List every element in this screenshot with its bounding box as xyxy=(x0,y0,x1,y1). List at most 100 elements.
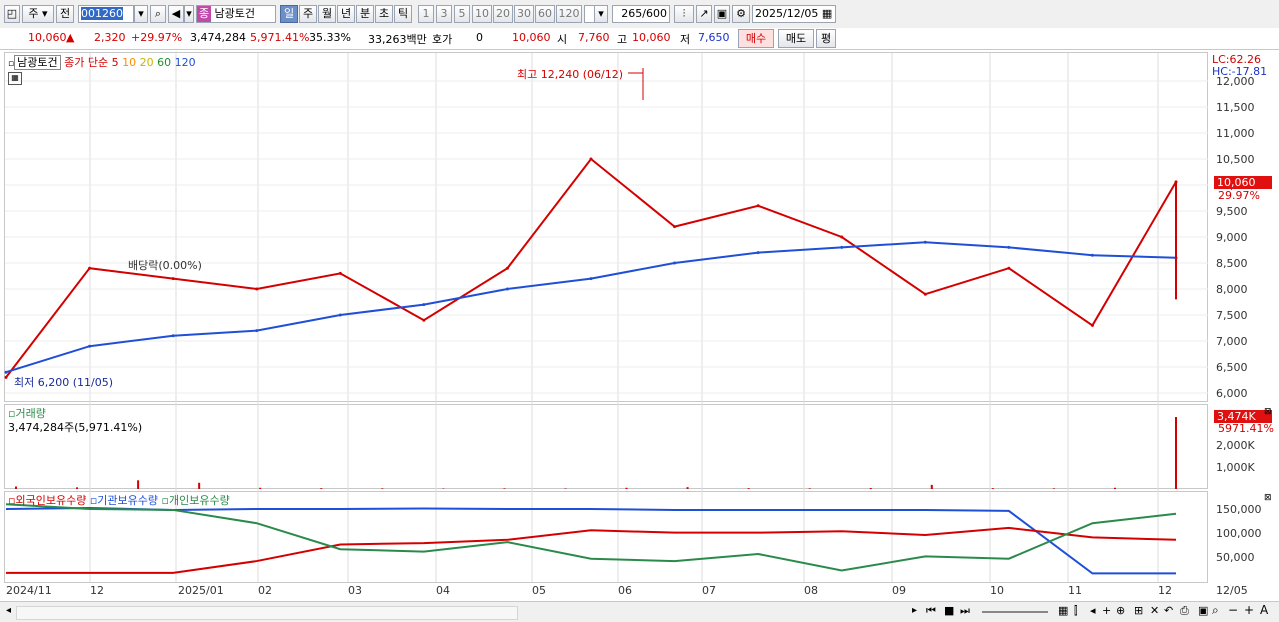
vol-tick-1000k: 1,000K xyxy=(1216,461,1255,474)
institution-legend: ▫기관보유수량 xyxy=(90,494,158,507)
series-point xyxy=(5,376,8,379)
series-point xyxy=(840,246,843,249)
price-tick: 7,000 xyxy=(1216,335,1248,348)
volume-bar xyxy=(320,488,322,489)
x-axis-label: 12 xyxy=(1158,584,1172,597)
zoom-icon[interactable]: ⌕ xyxy=(1212,603,1219,618)
chart-canvas[interactable] xyxy=(0,0,1279,621)
high-annotation: 최고 12,240 (06/12) xyxy=(517,66,623,82)
event-annotation: 배당락(0.00%) xyxy=(128,257,202,273)
x-axis-label: 11 xyxy=(1068,584,1082,597)
series-point xyxy=(172,277,175,280)
holding-tick-100000: 100,000 xyxy=(1216,527,1262,540)
x-axis-label: 02 xyxy=(258,584,272,597)
minus-icon[interactable]: − xyxy=(1228,603,1238,617)
scroll-left-icon[interactable]: ◂ xyxy=(6,605,11,616)
stop-icon[interactable]: ■ xyxy=(944,604,954,617)
draw-icon[interactable]: ⊕ xyxy=(1116,604,1125,617)
price-tick: 8,000 xyxy=(1216,283,1248,296)
series-point xyxy=(422,319,425,322)
foreign-legend: ▫외국인보유수량 xyxy=(8,494,86,507)
individual-legend-text: 개인보유수량 xyxy=(169,494,230,507)
holding-legend: ▫외국인보유수량 ▫기관보유수량 ▫개인보유수량 xyxy=(8,492,230,508)
holding-close-icon[interactable]: ⊠ xyxy=(1264,493,1272,503)
series-point xyxy=(590,277,593,280)
volume-bar xyxy=(809,488,811,489)
ma-10-label: 10 xyxy=(122,56,136,69)
series-point xyxy=(255,329,258,332)
ma-120-label: 120 xyxy=(175,56,196,69)
volume-bar xyxy=(687,487,689,489)
price-tick: 9,500 xyxy=(1216,205,1248,218)
price-tick: 11,000 xyxy=(1216,127,1255,140)
series-point xyxy=(172,334,175,337)
vol-tick-2000k: 2,000K xyxy=(1216,439,1255,452)
price-tick: 7,500 xyxy=(1216,309,1248,322)
cross-icon[interactable]: ✕ xyxy=(1150,604,1159,617)
print-icon[interactable]: ⎙ xyxy=(1180,604,1189,618)
volume-bar xyxy=(198,483,200,489)
x-axis-label: 05 xyxy=(532,584,546,597)
series-point xyxy=(924,241,927,244)
ma-5-label: 5 xyxy=(112,56,119,69)
x-axis-label: 06 xyxy=(618,584,632,597)
series-point xyxy=(1091,324,1094,327)
font-icon[interactable]: A xyxy=(1260,603,1268,617)
x-axis-label: 2025/01 xyxy=(178,584,224,597)
undo-icon[interactable]: ↶ xyxy=(1164,604,1173,617)
rewind-icon[interactable]: ⏮ xyxy=(926,604,936,618)
individual-line xyxy=(6,504,1176,570)
bars-icon[interactable]: ⫿ xyxy=(1074,604,1078,618)
low-annotation: 최저 6,200 (11/05) xyxy=(14,374,113,390)
scroll-track[interactable] xyxy=(16,606,518,620)
ma-60-label: 60 xyxy=(157,56,171,69)
fit-icon[interactable]: ⊞ xyxy=(1134,604,1143,617)
zoom-slider[interactable] xyxy=(982,611,1048,613)
series-point xyxy=(840,236,843,239)
volume-bar xyxy=(748,488,750,489)
volume-bar xyxy=(381,488,383,489)
save-chart-icon[interactable]: ▣ xyxy=(1198,604,1208,617)
grid-view-icon[interactable]: ▦ xyxy=(1058,604,1068,617)
foreign-line xyxy=(6,528,1176,573)
scroll-right-icon[interactable]: ▸ xyxy=(912,605,917,616)
current-price-tag: 10,060 xyxy=(1214,176,1272,189)
volume-pct-tag: 5971.41% xyxy=(1218,422,1274,435)
price-tick: 12,000 xyxy=(1216,75,1255,88)
holding-tick-150000: 150,000 xyxy=(1216,503,1262,516)
volume-bar xyxy=(137,480,139,489)
volume-bar xyxy=(1114,488,1116,489)
x-axis-label: 10 xyxy=(990,584,1004,597)
table-icon[interactable]: ▦ xyxy=(8,72,22,85)
price-stock-label[interactable]: 남광토건 xyxy=(14,55,60,70)
bottom-scrollbar[interactable]: ◂ ▸ ⏮ ■ ⏭ ▦ ⫿ ◂ + ⊕ ⊞ ✕ ↶ ⎙ ▣ ⌕ − + A xyxy=(0,601,1279,622)
x-axis-label: 12/05 xyxy=(1216,584,1248,597)
price-series-label: 종가 단순 xyxy=(64,56,108,69)
volume-close-icon[interactable]: ⊠ xyxy=(1264,407,1272,417)
series-point xyxy=(88,345,91,348)
volume-bar xyxy=(870,488,872,489)
series-point xyxy=(1007,246,1010,249)
x-axis-label: 07 xyxy=(702,584,716,597)
institution-line xyxy=(6,508,1176,573)
series-point xyxy=(1091,254,1094,257)
series-point xyxy=(506,288,509,291)
plus-icon[interactable]: + xyxy=(1244,603,1254,617)
series-point xyxy=(673,262,676,265)
series-point xyxy=(924,293,927,296)
add-icon[interactable]: + xyxy=(1102,604,1111,617)
volume-bar xyxy=(76,487,78,489)
series-point xyxy=(339,272,342,275)
volume-bar xyxy=(564,488,566,489)
x-axis-label: 09 xyxy=(892,584,906,597)
back-icon[interactable]: ◂ xyxy=(1090,604,1096,617)
x-axis-label: 12 xyxy=(90,584,104,597)
price-tick: 6,000 xyxy=(1216,387,1248,400)
series-point xyxy=(88,267,91,270)
series-point xyxy=(590,158,593,161)
volume-bar xyxy=(503,488,505,489)
series-point xyxy=(757,251,760,254)
institution-legend-text: 기관보유수량 xyxy=(97,494,158,507)
price-legend: ▫남광토건 종가 단순 5 10 20 60 120 xyxy=(8,54,196,70)
forward-icon[interactable]: ⏭ xyxy=(960,604,970,618)
